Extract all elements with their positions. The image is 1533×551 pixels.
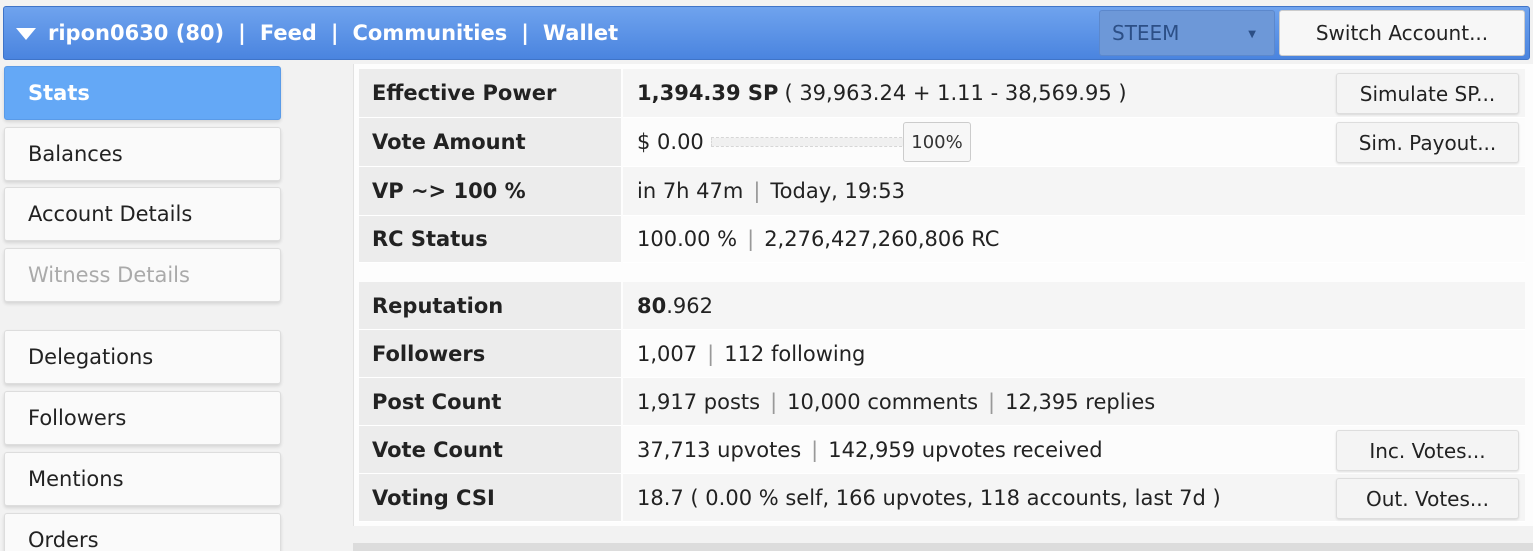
communities-link[interactable]: Communities bbox=[353, 21, 508, 45]
sidebar-item-orders[interactable]: Orders bbox=[4, 513, 281, 551]
effective-power-value: 1,394.39 SP bbox=[637, 81, 779, 105]
voting-csi-value: 18.7 ( 0.00 % self, 166 upvotes, 118 acc… bbox=[637, 485, 1221, 510]
separator: | bbox=[747, 227, 755, 251]
feed-link[interactable]: Feed bbox=[260, 21, 317, 45]
row-rc-status: RC Status 100.00 % | 2,276,427,260,806 R… bbox=[359, 216, 1525, 263]
inc-votes-button[interactable]: Inc. Votes... bbox=[1336, 430, 1519, 471]
separator: | bbox=[521, 21, 529, 45]
row-vp: VP ~> 100 % in 7h 47m | Today, 19:53 bbox=[359, 167, 1525, 216]
reputation-frac: .962 bbox=[666, 293, 713, 318]
simulate-sp-button[interactable]: Simulate SP... bbox=[1336, 73, 1519, 114]
row-effective-power: Effective Power 1,394.39 SP ( 39,963.24 … bbox=[359, 69, 1525, 118]
rc-value: 2,276,427,260,806 RC bbox=[764, 227, 1000, 251]
rc-percent: 100.00 % bbox=[637, 227, 738, 251]
separator: | bbox=[988, 389, 996, 414]
row-voting-csi: Voting CSI 18.7 ( 0.00 % self, 166 upvot… bbox=[359, 474, 1525, 522]
next-panel-edge bbox=[353, 543, 1533, 551]
effective-power-detail: ( 39,963.24 + 1.11 - 38,569.95 ) bbox=[784, 81, 1127, 105]
upvotes-count: 37,713 upvotes bbox=[637, 437, 802, 462]
row-label: VP ~> 100 % bbox=[359, 167, 621, 216]
wallet-link[interactable]: Wallet bbox=[543, 21, 618, 45]
row-followers: Followers 1,007 | 112 following bbox=[359, 330, 1525, 378]
followers-count: 1,007 bbox=[637, 341, 698, 366]
posts-count: 1,917 posts bbox=[637, 389, 761, 414]
switch-account-button[interactable]: Switch Account... bbox=[1279, 10, 1525, 56]
sidebar-item-account-details[interactable]: Account Details bbox=[4, 187, 281, 241]
upvotes-received: 142,959 upvotes received bbox=[828, 437, 1103, 462]
comments-count: 10,000 comments bbox=[787, 389, 979, 414]
sidebar-item-balances[interactable]: Balances bbox=[4, 127, 281, 181]
following-count: 112 following bbox=[724, 341, 866, 366]
separator: | bbox=[330, 21, 339, 45]
row-label: Followers bbox=[359, 330, 621, 378]
sidebar-item-followers[interactable]: Followers bbox=[4, 391, 281, 445]
separator: | bbox=[707, 341, 715, 366]
row-label: RC Status bbox=[359, 216, 621, 263]
sidebar-item-mentions[interactable]: Mentions bbox=[4, 452, 281, 506]
row-label: Voting CSI bbox=[359, 474, 621, 522]
reputation-int: 80 bbox=[637, 293, 667, 318]
vote-weight-slider[interactable] bbox=[711, 137, 907, 147]
caret-down-icon[interactable] bbox=[16, 28, 36, 40]
stats-panel: Effective Power 1,394.39 SP ( 39,963.24 … bbox=[353, 64, 1533, 526]
sidebar-item-stats[interactable]: Stats bbox=[4, 66, 281, 120]
token-select[interactable]: STEEM ▼ bbox=[1099, 10, 1275, 56]
row-label: Vote Amount bbox=[359, 118, 621, 167]
separator: | bbox=[753, 179, 761, 203]
row-vote-amount: Vote Amount $ 0.00 100% Sim. Payout... bbox=[359, 118, 1525, 167]
row-label: Reputation bbox=[359, 282, 621, 330]
account-menu[interactable]: ripon0630 (80) | Feed | Communities | Wa… bbox=[4, 21, 618, 45]
row-label: Effective Power bbox=[359, 69, 621, 118]
row-label: Vote Count bbox=[359, 426, 621, 474]
sidebar-item-witness-details: Witness Details bbox=[4, 248, 281, 302]
vote-amount-value: $ 0.00 bbox=[637, 130, 704, 154]
dropdown-arrow-icon: ▼ bbox=[1248, 29, 1256, 40]
token-select-value: STEEM bbox=[1112, 21, 1180, 45]
out-votes-button[interactable]: Out. Votes... bbox=[1336, 478, 1519, 519]
vote-weight-handle[interactable]: 100% bbox=[903, 122, 971, 162]
sim-payout-button[interactable]: Sim. Payout... bbox=[1336, 122, 1519, 163]
separator: | bbox=[770, 389, 778, 414]
row-reputation: Reputation 80.962 bbox=[359, 282, 1525, 330]
account-name[interactable]: ripon0630 (80) bbox=[48, 21, 224, 45]
top-bar: ripon0630 (80) | Feed | Communities | Wa… bbox=[3, 6, 1530, 60]
row-post-count: Post Count 1,917 posts | 10,000 comments… bbox=[359, 378, 1525, 426]
row-label: Post Count bbox=[359, 378, 621, 426]
separator: | bbox=[811, 437, 819, 462]
sidebar-item-delegations[interactable]: Delegations bbox=[4, 330, 281, 384]
vp-time: in 7h 47m bbox=[637, 179, 744, 203]
slider-fill bbox=[712, 138, 906, 146]
separator: | bbox=[238, 21, 246, 45]
vp-when: Today, 19:53 bbox=[770, 179, 906, 203]
replies-count: 12,395 replies bbox=[1005, 389, 1156, 414]
row-vote-count: Vote Count 37,713 upvotes | 142,959 upvo… bbox=[359, 426, 1525, 474]
